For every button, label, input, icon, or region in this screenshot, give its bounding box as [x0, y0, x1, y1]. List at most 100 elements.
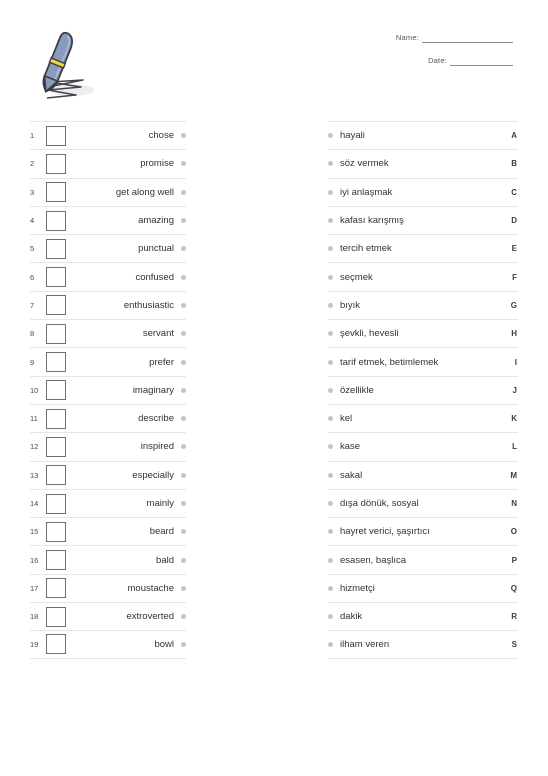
- turkish-term-row: seçmek F: [328, 262, 518, 290]
- bullet-dot-icon: [181, 246, 186, 252]
- worksheet-page: Name: Date: 1 chose 2 promise 3 get along wel…: [0, 0, 548, 776]
- answer-box[interactable]: [46, 125, 66, 146]
- english-term-label: bowl: [154, 638, 174, 650]
- answer-box[interactable]: [46, 634, 66, 655]
- date-label: Date:: [428, 56, 447, 65]
- answer-box[interactable]: [46, 153, 66, 174]
- answer-box[interactable]: [46, 352, 66, 373]
- bullet-dot-icon: [181, 529, 186, 535]
- turkish-term-label: kel: [340, 413, 353, 425]
- english-term-row: 19 bowl: [30, 630, 186, 659]
- english-term-label: bald: [156, 554, 174, 566]
- option-letter: F: [512, 272, 517, 282]
- bullet-dot-icon: [328, 557, 333, 563]
- answer-box[interactable]: [46, 493, 66, 514]
- english-term-row: 4 amazing: [30, 205, 186, 234]
- bullet-dot-icon: [181, 472, 186, 478]
- turkish-term-label: sakal: [340, 469, 363, 481]
- bullet-dot-icon: [181, 302, 186, 308]
- answer-box[interactable]: [46, 238, 66, 259]
- option-letter: A: [511, 131, 517, 141]
- english-term-label: moustache: [127, 582, 174, 594]
- answer-box[interactable]: [46, 408, 66, 429]
- english-term-label: beard: [149, 526, 174, 538]
- turkish-term-row: hayret verici, şaşırtıcı O: [328, 517, 518, 545]
- answer-box[interactable]: [46, 295, 66, 316]
- english-term-label: amazing: [138, 215, 174, 227]
- bullet-dot-icon: [328, 641, 333, 647]
- bullet-dot-icon: [181, 444, 186, 450]
- item-number: 7: [30, 300, 35, 310]
- item-number: 13: [30, 470, 39, 480]
- turkish-term-label: ilham veren: [340, 638, 390, 650]
- english-terms-column: 1 chose 2 promise 3 get along well 4 amazing 5 pu…: [30, 121, 186, 659]
- turkish-term-row: dakik R: [328, 602, 518, 630]
- item-number: 14: [30, 499, 39, 508]
- item-number: 10: [30, 385, 39, 395]
- option-letter: O: [510, 527, 517, 537]
- bullet-dot-icon: [181, 614, 186, 620]
- answer-box[interactable]: [46, 182, 66, 203]
- answer-box[interactable]: [46, 210, 66, 231]
- bullet-dot-icon: [181, 387, 186, 393]
- option-letter: R: [511, 612, 517, 622]
- option-letter: H: [511, 329, 517, 339]
- option-letter: D: [511, 216, 517, 226]
- english-term-label: chose: [148, 130, 174, 142]
- turkish-term-row: sakal M: [328, 460, 518, 489]
- bullet-dot-icon: [328, 218, 333, 224]
- option-letter: P: [511, 555, 517, 565]
- answer-box[interactable]: [46, 550, 66, 571]
- turkish-term-label: kafası karışmış: [340, 215, 404, 227]
- english-term-label: enthusiastic: [123, 299, 174, 311]
- english-term-row: 15 beard: [30, 517, 186, 545]
- option-letter: L: [512, 442, 517, 452]
- bullet-dot-icon: [328, 387, 333, 393]
- english-term-row: 17 moustache: [30, 573, 186, 602]
- bullet-dot-icon: [328, 416, 333, 422]
- english-term-row: 7 enthusiastic: [30, 290, 186, 319]
- option-letter: B: [511, 159, 517, 169]
- answer-box[interactable]: [46, 323, 66, 344]
- turkish-term-row: bıyık G: [328, 290, 518, 319]
- bullet-dot-icon: [181, 416, 186, 422]
- item-number: 18: [30, 612, 39, 622]
- turkish-term-row: ilham veren S: [328, 630, 518, 659]
- answer-box[interactable]: [46, 578, 66, 599]
- bullet-dot-icon: [328, 501, 333, 506]
- answer-box[interactable]: [46, 465, 66, 486]
- bullet-dot-icon: [328, 302, 333, 308]
- name-field-row: Name:: [313, 33, 513, 43]
- turkish-term-label: esasen, başlıca: [340, 554, 407, 566]
- item-number: 11: [30, 414, 38, 424]
- bullet-dot-icon: [181, 133, 186, 139]
- option-letter: I: [514, 357, 517, 367]
- english-term-label: servant: [142, 328, 174, 340]
- turkish-term-row: özellikle J: [328, 375, 518, 404]
- english-term-row: 16 bald: [30, 545, 186, 573]
- bullet-dot-icon: [181, 641, 186, 647]
- name-input[interactable]: [422, 33, 513, 43]
- item-number: 15: [30, 527, 39, 537]
- turkish-term-label: şevkli, hevesli: [340, 328, 399, 340]
- turkish-terms-column: hayali Asöz vermek Biyi anlaşmak Ckafası ka…: [328, 121, 518, 659]
- english-term-row: 2 promise: [30, 149, 186, 177]
- turkish-term-row: iyi anlaşmak C: [328, 177, 518, 206]
- item-number: 3: [30, 187, 35, 197]
- answer-box[interactable]: [46, 436, 66, 457]
- english-term-label: mainly: [146, 498, 174, 509]
- date-input[interactable]: [450, 56, 513, 66]
- answer-box[interactable]: [46, 521, 66, 542]
- bullet-dot-icon: [181, 585, 186, 591]
- turkish-term-label: dışa dönük, sosyal: [340, 498, 419, 509]
- turkish-term-label: söz vermek: [340, 158, 389, 170]
- answer-box[interactable]: [46, 267, 66, 288]
- bullet-dot-icon: [181, 501, 186, 506]
- answer-box[interactable]: [46, 606, 66, 627]
- turkish-term-label: tarif etmek, betimlemek: [340, 356, 439, 368]
- english-term-label: inspired: [140, 441, 174, 453]
- bullet-dot-icon: [328, 189, 333, 195]
- english-term-label: imaginary: [132, 384, 174, 396]
- answer-box[interactable]: [46, 380, 66, 401]
- bullet-dot-icon: [181, 557, 186, 563]
